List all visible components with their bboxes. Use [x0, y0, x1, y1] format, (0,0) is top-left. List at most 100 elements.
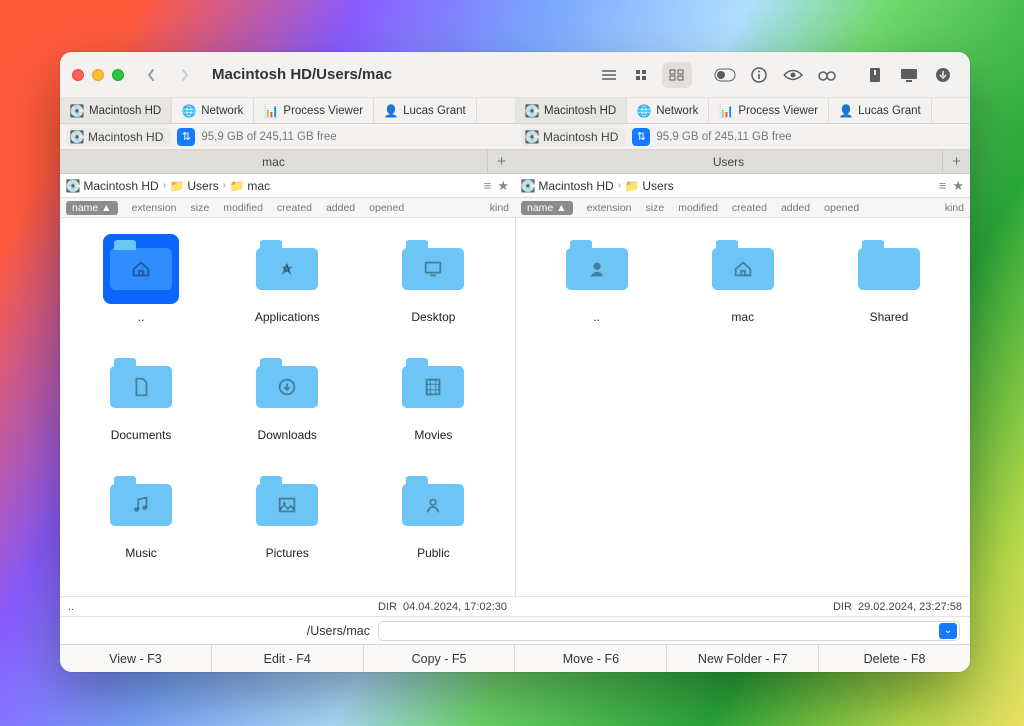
- folder-icon: [256, 366, 318, 408]
- column-added[interactable]: added: [326, 202, 355, 214]
- favorite-icon[interactable]: ★: [952, 178, 964, 194]
- folder-label: ..: [138, 310, 145, 324]
- path-field[interactable]: ⌄: [378, 621, 960, 641]
- volume-menu-left[interactable]: ⇅: [177, 128, 195, 146]
- add-tab-left[interactable]: +: [487, 150, 515, 173]
- favorite-icon[interactable]: ★: [497, 178, 509, 194]
- toggle-hidden-icon[interactable]: [710, 62, 740, 88]
- footer-edit-f4[interactable]: Edit - F4: [212, 645, 364, 672]
- search-binoculars-icon[interactable]: [812, 62, 842, 88]
- right-pane[interactable]: .. mac Shared: [516, 218, 971, 596]
- column-added[interactable]: added: [781, 202, 810, 214]
- folder-icon: [402, 366, 464, 408]
- volume-pill-left[interactable]: 💽 Macintosh HD: [66, 128, 171, 146]
- list-mode-icon[interactable]: ≡: [484, 178, 492, 194]
- back-button[interactable]: [138, 63, 164, 87]
- volume-pill-right[interactable]: 💽 Macintosh HD: [521, 128, 626, 146]
- app-window: Macintosh HD/Users/mac 💽Macintosh HD🌐Net…: [60, 52, 970, 672]
- tab-icon: 📊: [264, 104, 278, 118]
- folder-item[interactable]: Documents: [68, 352, 214, 442]
- folder-item[interactable]: Public: [360, 470, 506, 560]
- column-opened[interactable]: opened: [824, 202, 859, 214]
- footer-delete-f8[interactable]: Delete - F8: [819, 645, 970, 672]
- right-header: Users: [515, 155, 942, 169]
- folder-item[interactable]: Shared: [816, 234, 962, 324]
- footer-view-f3[interactable]: View - F3: [60, 645, 212, 672]
- folder-item[interactable]: Desktop: [360, 234, 506, 324]
- folder-item[interactable]: mac: [670, 234, 816, 324]
- column-modified[interactable]: modified: [223, 202, 263, 214]
- column-opened[interactable]: opened: [369, 202, 404, 214]
- minimize-button[interactable]: [92, 69, 104, 81]
- add-tab-right[interactable]: +: [942, 150, 970, 173]
- tabs-row: 💽Macintosh HD🌐Network📊Process Viewer👤Luc…: [60, 98, 970, 124]
- tab-process-viewer[interactable]: 📊Process Viewer: [709, 98, 829, 123]
- view-columns-icon[interactable]: [628, 62, 658, 88]
- path-dropdown-icon[interactable]: ⌄: [939, 623, 957, 639]
- quicklook-icon[interactable]: [778, 62, 808, 88]
- disk-icon: 💽: [70, 130, 84, 144]
- list-mode-icon[interactable]: ≡: [939, 178, 947, 194]
- breadcrumb-segment[interactable]: 📁 Users: [625, 179, 674, 193]
- status-left-name: ..: [68, 601, 74, 613]
- view-list-icon[interactable]: [594, 62, 624, 88]
- column-size[interactable]: size: [191, 202, 210, 214]
- tab-lucas-grant[interactable]: 👤Lucas Grant: [374, 98, 477, 123]
- tab-network[interactable]: 🌐Network: [627, 98, 709, 123]
- folder-icon: [858, 248, 920, 290]
- folder-item[interactable]: ..: [68, 234, 214, 324]
- volume-row: 💽 Macintosh HD ⇅ 95,9 GB of 245,11 GB fr…: [60, 124, 970, 150]
- left-pane[interactable]: .. AApplications Desktop Documents Downloads…: [60, 218, 516, 596]
- desktop-icon[interactable]: [894, 62, 924, 88]
- breadcrumb-segment[interactable]: 📁 Users: [170, 179, 219, 193]
- folder-item[interactable]: Movies: [360, 352, 506, 442]
- tab-lucas-grant[interactable]: 👤Lucas Grant: [829, 98, 932, 123]
- left-header: mac: [60, 155, 487, 169]
- column-kind[interactable]: kind: [945, 202, 964, 214]
- disk-icon: 💽: [525, 130, 539, 144]
- volume-name: Macintosh HD: [88, 130, 163, 144]
- folder-label: Desktop: [411, 310, 455, 324]
- forward-button[interactable]: [172, 63, 198, 87]
- column-kind[interactable]: kind: [490, 202, 509, 214]
- volume-name: Macintosh HD: [543, 130, 618, 144]
- column-name[interactable]: name ▲: [521, 201, 573, 215]
- path-label: /Users/mac: [70, 624, 370, 638]
- column-extension[interactable]: extension: [132, 202, 177, 214]
- download-icon[interactable]: [928, 62, 958, 88]
- volume-menu-right[interactable]: ⇅: [632, 128, 650, 146]
- footer-move-f6[interactable]: Move - F6: [515, 645, 667, 672]
- folder-label: Shared: [870, 310, 909, 324]
- breadcrumb-segment[interactable]: 💽 Macintosh HD: [66, 179, 159, 193]
- column-created[interactable]: created: [277, 202, 312, 214]
- column-extension[interactable]: extension: [587, 202, 632, 214]
- close-button[interactable]: [72, 69, 84, 81]
- info-icon[interactable]: [744, 62, 774, 88]
- folder-item[interactable]: Pictures: [214, 470, 360, 560]
- tab-macintosh-hd[interactable]: 💽Macintosh HD: [515, 98, 627, 123]
- folder-icon: [110, 366, 172, 408]
- breadcrumb-segment[interactable]: 💽 Macintosh HD: [521, 179, 614, 193]
- tab-macintosh-hd[interactable]: 💽Macintosh HD: [60, 98, 172, 123]
- view-icons-icon[interactable]: [662, 62, 692, 88]
- folder-icon: [566, 248, 628, 290]
- folder-item[interactable]: Downloads: [214, 352, 360, 442]
- folder-item[interactable]: ..: [524, 234, 670, 324]
- freespace-right: 95,9 GB of 245,11 GB free: [656, 131, 791, 143]
- folder-label: ..: [593, 310, 600, 324]
- folder-icon: [256, 484, 318, 526]
- footer-copy-f5[interactable]: Copy - F5: [364, 645, 516, 672]
- column-created[interactable]: created: [732, 202, 767, 214]
- folder-item[interactable]: AApplications: [214, 234, 360, 324]
- column-size[interactable]: size: [646, 202, 665, 214]
- tab-process-viewer[interactable]: 📊Process Viewer: [254, 98, 374, 123]
- column-name[interactable]: name ▲: [66, 201, 118, 215]
- folder-label: Downloads: [258, 428, 317, 442]
- archive-icon[interactable]: [860, 62, 890, 88]
- zoom-button[interactable]: [112, 69, 124, 81]
- folder-item[interactable]: Music: [68, 470, 214, 560]
- column-modified[interactable]: modified: [678, 202, 718, 214]
- tab-network[interactable]: 🌐Network: [172, 98, 254, 123]
- breadcrumb-segment[interactable]: 📁 mac: [230, 179, 270, 193]
- footer-new-folder-f7[interactable]: New Folder - F7: [667, 645, 819, 672]
